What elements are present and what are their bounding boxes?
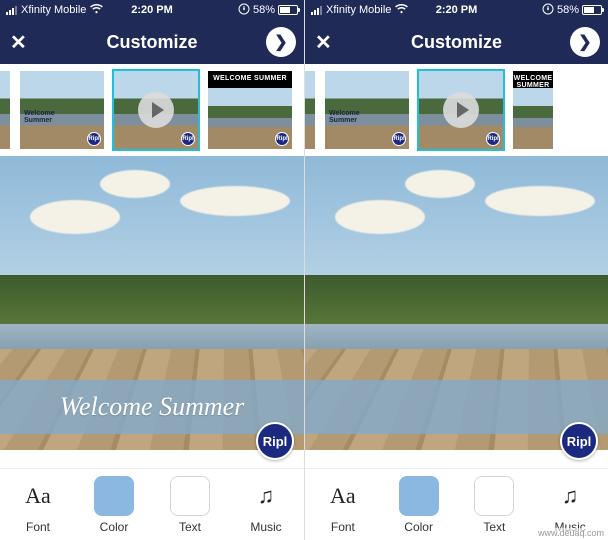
tool-text[interactable]: Text <box>158 476 222 534</box>
play-icon[interactable] <box>443 92 479 128</box>
nav-bar: ✕ Customize ❯ <box>305 20 608 64</box>
ripl-icon: Ripl <box>87 132 101 146</box>
text-swatch-icon <box>474 476 514 516</box>
close-button[interactable]: ✕ <box>10 30 27 55</box>
pane-right: Xfinity Mobile 2:20 PM 58% ✕ Customize ❯… <box>304 0 608 540</box>
text-swatch-icon <box>170 476 210 516</box>
carrier-label: Xfinity Mobile <box>326 4 391 16</box>
tool-label: Color <box>100 520 129 534</box>
battery-icon <box>278 5 298 15</box>
status-bar: Xfinity Mobile 2:20 PM 58% <box>305 0 608 20</box>
tool-color[interactable]: Color <box>387 476 451 534</box>
ripl-icon: Ripl <box>392 132 406 146</box>
battery-percent: 58% <box>253 4 275 16</box>
template-thumb-selected[interactable]: Ripl <box>112 69 200 151</box>
pane-left: Xfinity Mobile 2:20 PM 58% ✕ Customize ❯… <box>0 0 304 540</box>
template-thumb-selected[interactable]: Ripl <box>417 69 505 151</box>
text-overlay[interactable]: Welcome Summer <box>0 380 304 434</box>
status-time: 2:20 PM <box>131 4 173 16</box>
tool-text[interactable]: Text <box>462 476 526 534</box>
template-strip[interactable]: Welcome Summer Ripl Ripl WELCOME SUMMER … <box>0 64 304 156</box>
music-icon: ♫ <box>550 476 590 516</box>
tool-bar: Aa Font Color Text ♫ Music <box>0 468 304 540</box>
preview-canvas[interactable]: Welcome Summer Ripl <box>0 156 304 468</box>
tool-music[interactable]: ♫ Music <box>234 476 298 534</box>
ripl-badge: Ripl <box>560 422 598 460</box>
tool-label: Text <box>483 520 505 534</box>
color-swatch-icon <box>399 476 439 516</box>
close-button[interactable]: ✕ <box>315 30 332 55</box>
status-bar: Xfinity Mobile 2:20 PM 58% <box>0 0 304 20</box>
template-strip[interactable]: Welcome Summer Ripl Ripl WELCOME SUMMER <box>305 64 608 156</box>
template-thumb-dark[interactable]: WELCOME SUMMER Ripl <box>206 69 294 151</box>
rotation-lock-icon <box>238 3 250 18</box>
carrier-label: Xfinity Mobile <box>21 4 86 16</box>
template-thumb[interactable] <box>305 69 317 151</box>
signal-icon <box>6 6 17 15</box>
tool-music[interactable]: ♫ Music <box>538 476 602 534</box>
tool-font[interactable]: Aa Font <box>311 476 375 534</box>
tool-label: Color <box>404 520 433 534</box>
tool-label: Text <box>179 520 201 534</box>
tool-label: Font <box>331 520 355 534</box>
page-title: Customize <box>411 32 502 53</box>
ripl-icon: Ripl <box>486 132 500 146</box>
next-button[interactable]: ❯ <box>570 27 600 57</box>
page-title: Customize <box>106 32 197 53</box>
font-icon: Aa <box>18 476 58 516</box>
text-overlay[interactable] <box>305 380 608 434</box>
play-icon[interactable] <box>138 92 174 128</box>
font-icon: Aa <box>323 476 363 516</box>
nav-bar: ✕ Customize ❯ <box>0 20 304 64</box>
tool-font[interactable]: Aa Font <box>6 476 70 534</box>
ripl-icon: Ripl <box>275 132 289 146</box>
battery-icon <box>582 5 602 15</box>
tool-color[interactable]: Color <box>82 476 146 534</box>
next-button[interactable]: ❯ <box>266 27 296 57</box>
template-label: Welcome Summer <box>24 110 55 125</box>
preview-canvas[interactable]: Ripl <box>305 156 608 468</box>
ripl-icon: Ripl <box>181 132 195 146</box>
template-thumb-welcome[interactable]: Welcome Summer Ripl <box>18 69 106 151</box>
template-thumb[interactable] <box>0 69 12 151</box>
tool-label: Font <box>26 520 50 534</box>
music-icon: ♫ <box>246 476 286 516</box>
ripl-badge: Ripl <box>256 422 294 460</box>
rotation-lock-icon <box>542 3 554 18</box>
watermark: www.deuaq.com <box>536 528 606 538</box>
status-time: 2:20 PM <box>436 4 478 16</box>
color-swatch-icon <box>94 476 134 516</box>
template-thumb-dark[interactable]: WELCOME SUMMER <box>511 69 555 151</box>
battery-percent: 58% <box>557 4 579 16</box>
signal-icon <box>311 6 322 15</box>
wifi-icon <box>90 4 103 17</box>
tool-label: Music <box>250 520 281 534</box>
template-label: Welcome Summer <box>329 110 360 125</box>
template-thumb-welcome[interactable]: Welcome Summer Ripl <box>323 69 411 151</box>
overlay-text: Welcome Summer <box>60 392 245 422</box>
template-top-label: WELCOME SUMMER <box>513 75 553 89</box>
template-top-label: WELCOME SUMMER <box>208 75 292 82</box>
wifi-icon <box>395 4 408 17</box>
